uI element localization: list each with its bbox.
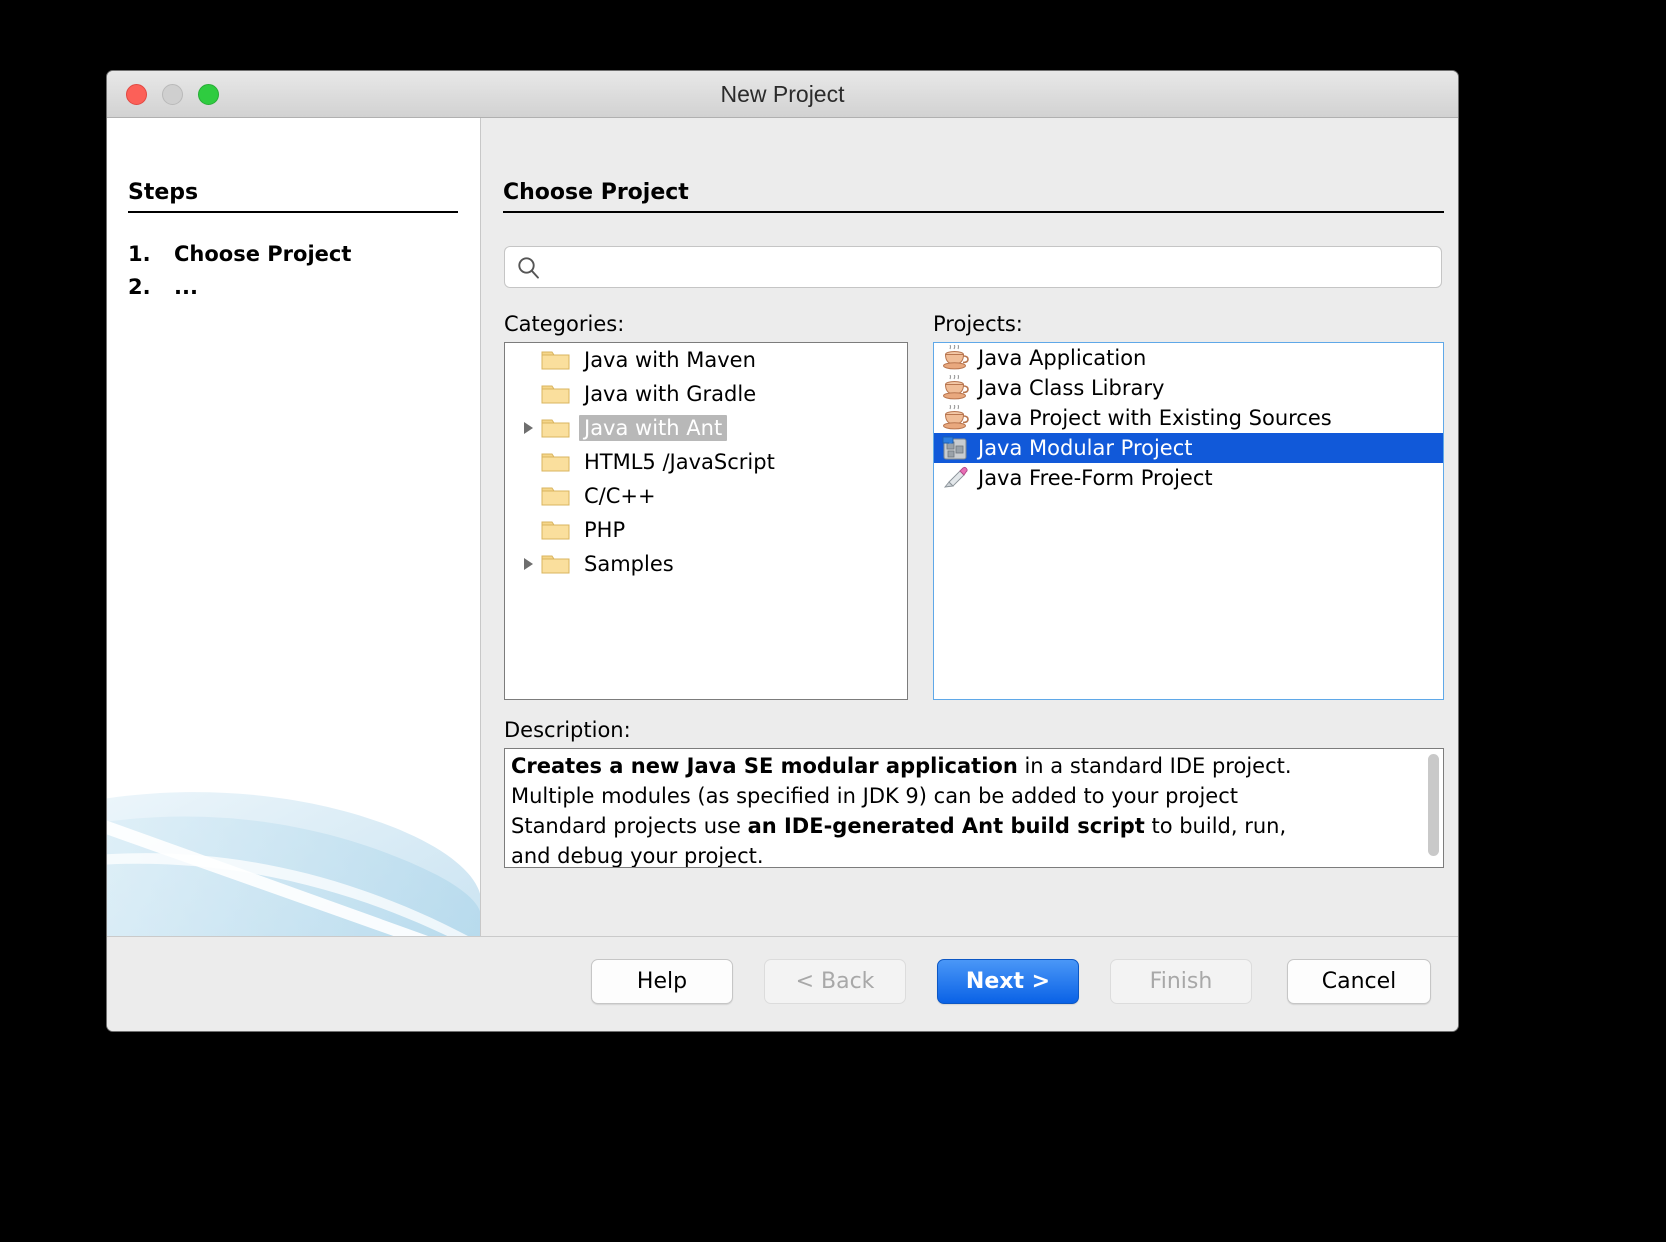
folder-icon <box>541 484 579 508</box>
dialog-footer: Help < Back Next > Finish Cancel <box>107 936 1458 1031</box>
step-item-1: 1. Choose Project <box>128 238 458 271</box>
back-button[interactable]: < Back <box>764 959 906 1004</box>
expand-triangle-icon[interactable] <box>515 422 541 434</box>
description-line: Standard projects use an IDE-generated A… <box>511 811 1417 841</box>
step-number: 2. <box>128 275 151 299</box>
category-label: PHP <box>584 518 626 542</box>
project-label: Java Modular Project <box>978 436 1193 460</box>
project-row-java-project-with-existing-sources[interactable]: Java Project with Existing Sources <box>934 403 1443 433</box>
step-item-2: 2. ... <box>128 271 458 304</box>
category-row-samples[interactable]: Samples <box>505 547 907 581</box>
folder-icon <box>541 348 579 372</box>
window-titlebar: New Project <box>107 71 1458 118</box>
description-run: Standard projects use <box>511 814 748 838</box>
projects-list[interactable]: Java Application Java Class Library Java… <box>933 342 1444 700</box>
step-label: ... <box>174 275 198 299</box>
categories-label: Categories: <box>504 312 625 336</box>
next-button[interactable]: Next > <box>937 959 1079 1004</box>
description-run: Multiple modules (as specified in JDK 9)… <box>511 784 1238 808</box>
steps-list: 1. Choose Project 2. ... <box>128 238 458 304</box>
project-row-java-application[interactable]: Java Application <box>934 343 1443 373</box>
dialog-content: Steps 1. Choose Project 2. ... Choose Pr… <box>107 118 1458 985</box>
search-icon <box>518 257 539 279</box>
category-row-java-with-maven[interactable]: Java with Maven <box>505 343 907 377</box>
description-line: Creates a new Java SE modular applicatio… <box>511 751 1417 781</box>
categories-list[interactable]: Java with Maven Java with Gradle Java wi… <box>504 342 908 700</box>
folder-icon <box>541 518 579 542</box>
category-label: Samples <box>584 552 674 576</box>
project-row-java-free-form-project[interactable]: Java Free-Form Project <box>934 463 1443 493</box>
step-number: 1. <box>128 242 151 266</box>
expand-triangle-icon[interactable] <box>515 558 541 570</box>
description-emphasis: Creates a new Java SE modular applicatio… <box>511 754 1018 778</box>
description-run: in a standard IDE project. <box>1017 754 1292 778</box>
project-label: Java Project with Existing Sources <box>978 406 1332 430</box>
project-row-java-modular-project[interactable]: Java Modular Project <box>934 433 1443 463</box>
category-label: Java with Gradle <box>584 382 757 406</box>
page-title: Choose Project <box>503 180 1444 213</box>
category-label-selected: Java with Ant <box>579 415 728 441</box>
category-row-java-with-gradle[interactable]: Java with Gradle <box>505 377 907 411</box>
category-row-html5-javascript[interactable]: HTML5 /JavaScript <box>505 445 907 479</box>
java-modular-icon <box>942 435 978 461</box>
step-label: Choose Project <box>174 242 352 266</box>
category-row-c-cpp[interactable]: C/C++ <box>505 479 907 513</box>
description-run: to build, run, <box>1144 814 1287 838</box>
category-label: HTML5 /JavaScript <box>584 450 775 474</box>
category-row-java-with-ant[interactable]: Java with Ant <box>505 411 907 445</box>
project-label: Java Application <box>978 346 1147 370</box>
description-text: Creates a new Java SE modular applicatio… <box>511 751 1417 868</box>
description-scrollbar-thumb[interactable] <box>1428 754 1439 856</box>
folder-icon <box>541 552 579 576</box>
java-freeform-icon <box>942 465 978 491</box>
description-run: and debug your project. <box>511 844 764 868</box>
steps-panel: Steps 1. Choose Project 2. ... <box>107 118 481 985</box>
java-coffee-cup-icon <box>942 345 978 371</box>
cancel-button[interactable]: Cancel <box>1287 959 1431 1004</box>
project-label: Java Free-Form Project <box>978 466 1213 490</box>
window-title: New Project <box>720 81 845 107</box>
category-row-php[interactable]: PHP <box>505 513 907 547</box>
finish-button[interactable]: Finish <box>1110 959 1252 1004</box>
project-label: Java Class Library <box>978 376 1165 400</box>
description-line: and debug your project. <box>511 841 1417 868</box>
java-coffee-cup-icon <box>942 375 978 401</box>
folder-icon <box>541 382 579 406</box>
folder-icon <box>541 450 579 474</box>
search-field-container[interactable] <box>504 246 1442 288</box>
java-coffee-cup-icon <box>942 405 978 431</box>
new-project-dialog-window: New Project Steps 1. Choose Project 2. .… <box>106 70 1459 1032</box>
description-line: Multiple modules (as specified in JDK 9)… <box>511 781 1417 811</box>
description-scrollbar[interactable] <box>1425 750 1442 867</box>
projects-label: Projects: <box>933 312 1023 336</box>
description-emphasis: an IDE-generated Ant build script <box>747 814 1145 838</box>
folder-icon <box>541 416 579 440</box>
search-input[interactable] <box>551 247 1433 287</box>
category-label: Java with Maven <box>584 348 756 372</box>
description-panel: Creates a new Java SE modular applicatio… <box>504 748 1444 868</box>
choose-project-panel: Choose Project Categories: Java with Mav… <box>481 118 1458 985</box>
category-label: C/C++ <box>584 484 656 508</box>
help-button[interactable]: Help <box>591 959 733 1004</box>
description-label: Description: <box>504 718 631 742</box>
project-row-java-class-library[interactable]: Java Class Library <box>934 373 1443 403</box>
steps-heading: Steps <box>128 180 458 213</box>
